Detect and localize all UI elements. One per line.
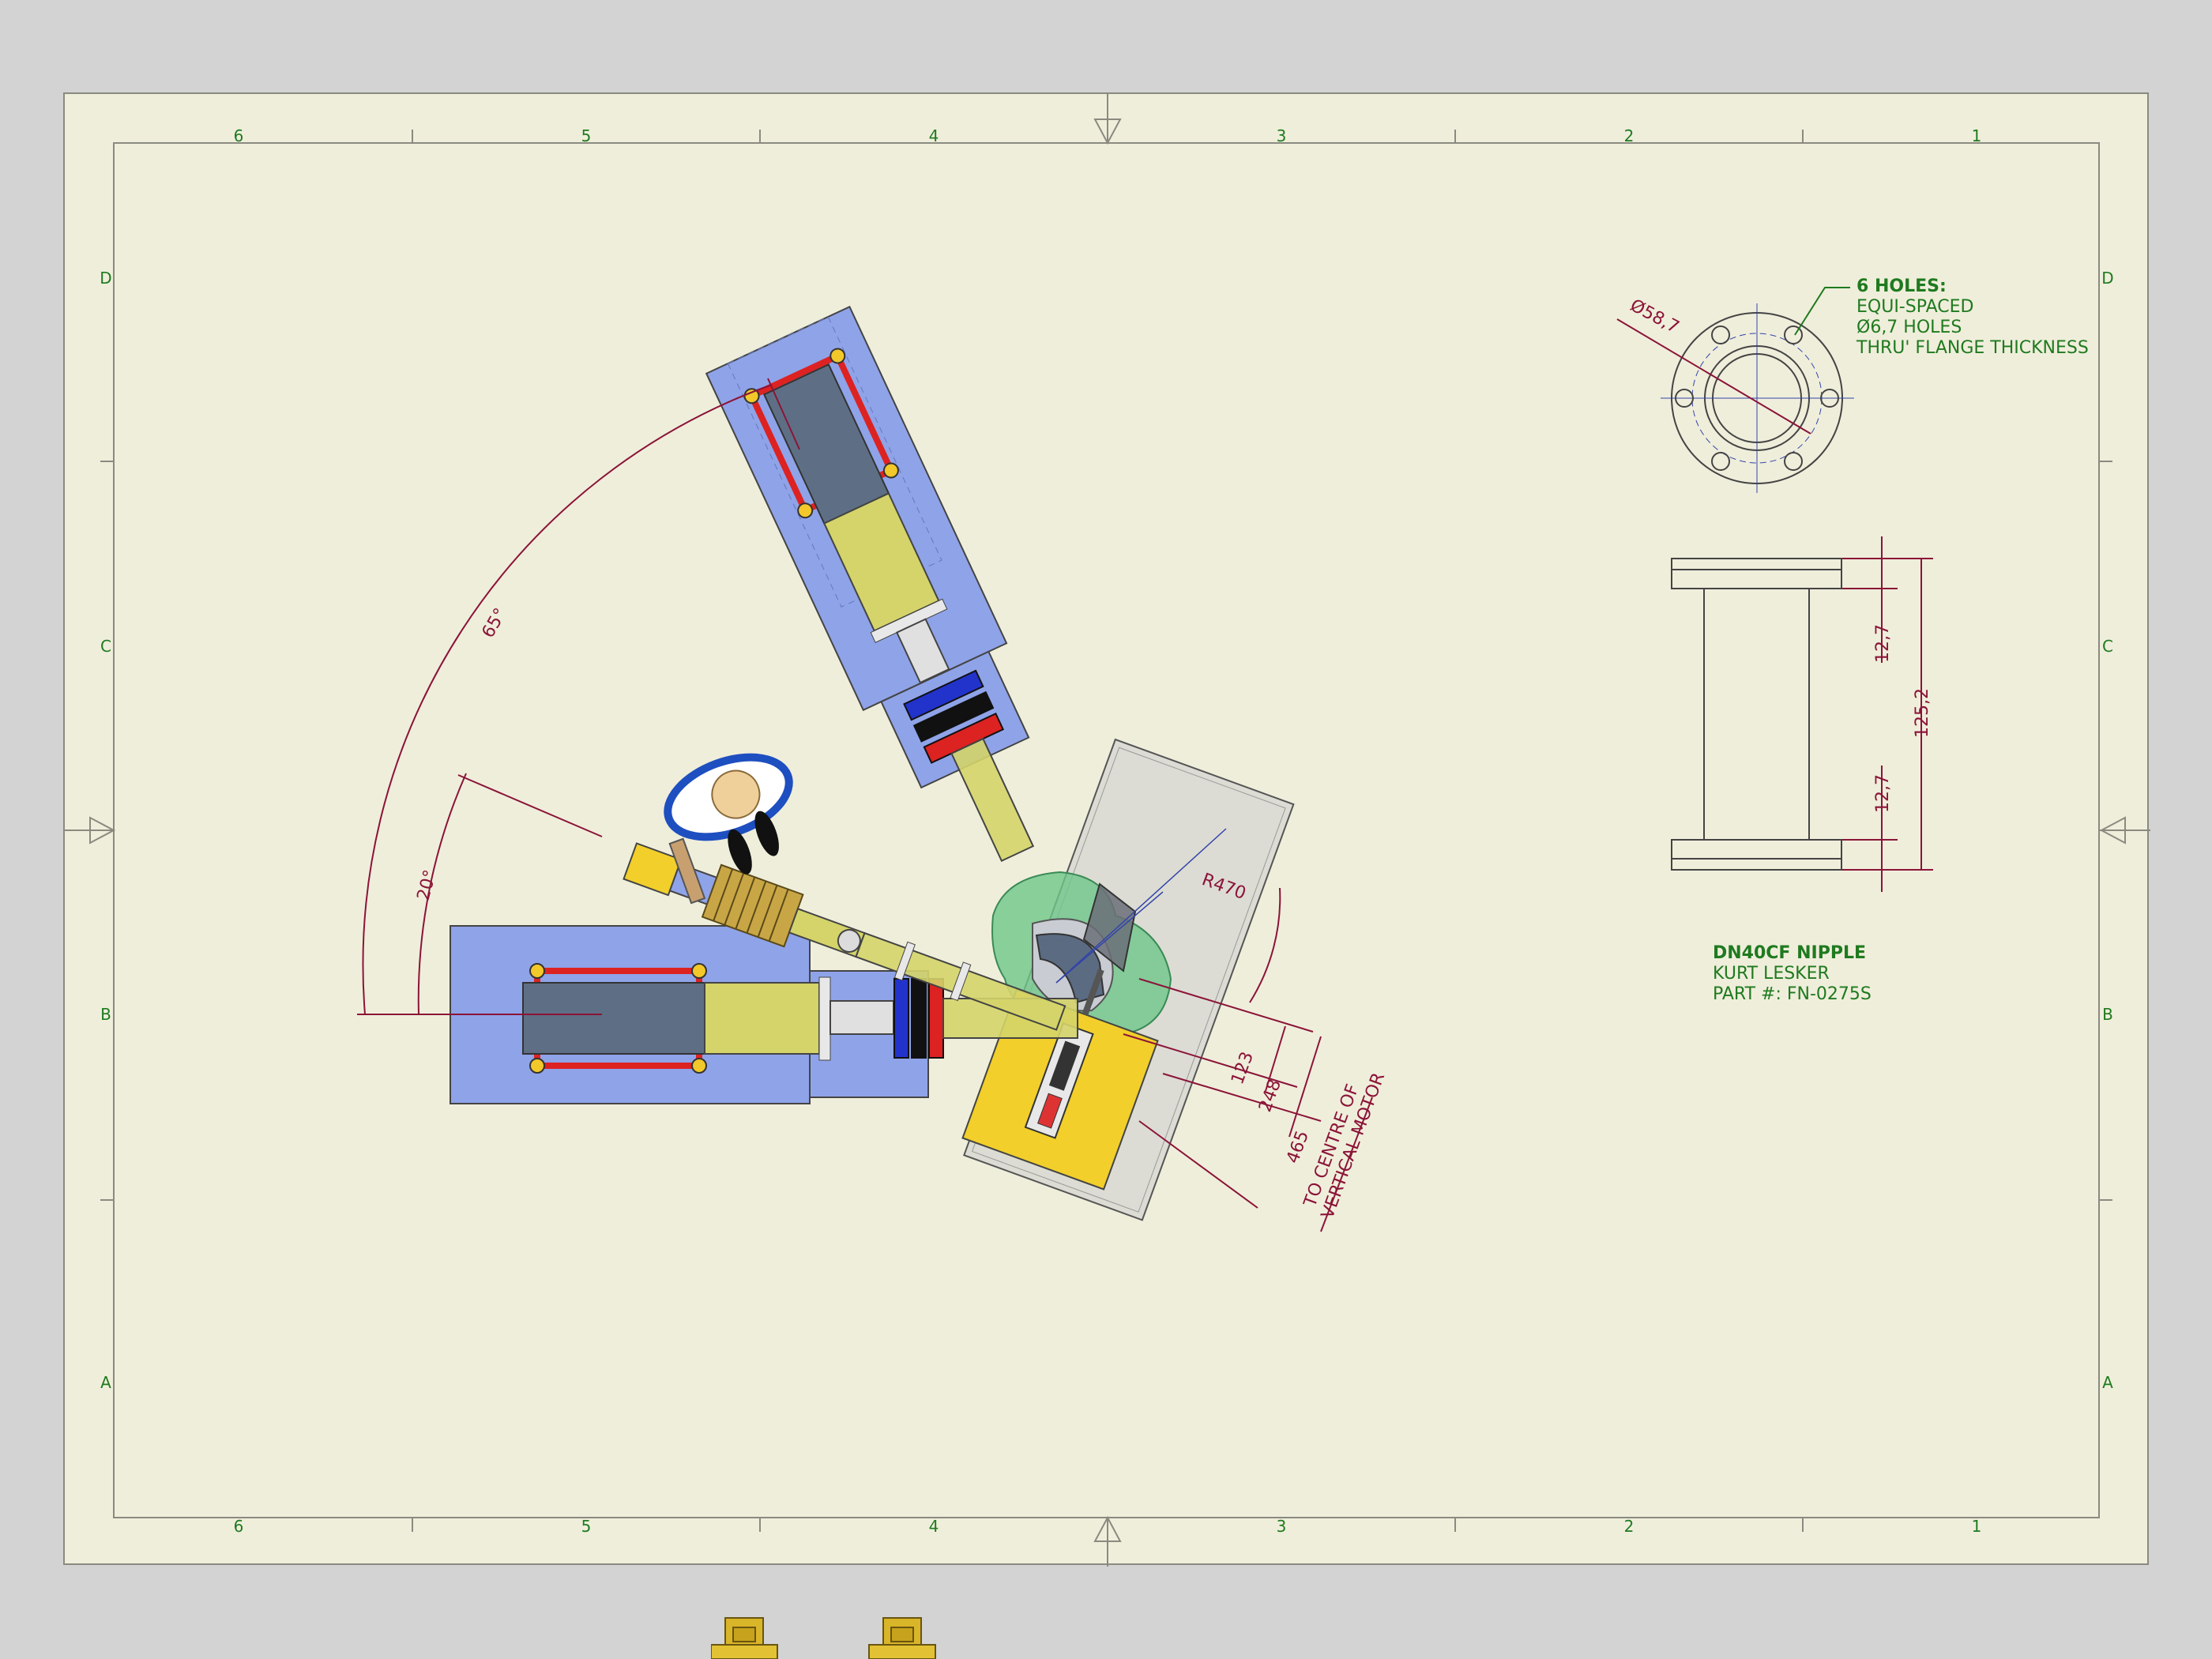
zone-row-label: B (100, 1005, 111, 1024)
dim-123-label: 123 (1228, 1049, 1258, 1087)
zone-col-label: 6 (234, 126, 244, 145)
zone-row-label: A (100, 1373, 111, 1392)
zone-row-label: D (2101, 269, 2113, 288)
zone-row-label: A (2102, 1373, 2113, 1392)
holes-note-line1: EQUI-SPACED (1856, 297, 1973, 317)
flange-diameter-leader (1616, 318, 1811, 434)
holes-note-line3: THRU' FLANGE THICKNESS (1856, 338, 2089, 358)
zone-row-label: D (100, 269, 111, 288)
zone-col-label: 6 (234, 1517, 244, 1536)
holes-leader (1794, 287, 1850, 336)
lower-cylinder (522, 982, 705, 1055)
zone-row-label: B (2102, 1005, 2113, 1024)
nipple-dim-top: 12,7 (1873, 624, 1893, 663)
thumbnail-strip (711, 1617, 936, 1659)
zone-col-label: 1 (1972, 1517, 1982, 1536)
nipple-side-view (1671, 558, 1842, 871)
zone-col-label: 4 (929, 1517, 939, 1536)
zone-col-label: 5 (581, 126, 592, 145)
zone-col-label: 2 (1624, 1517, 1635, 1536)
assembly-top-view (450, 305, 1295, 1221)
nipple-dim-total: 125,2 (1913, 688, 1932, 738)
flange-detail (1661, 303, 1854, 493)
zone-col-label: 4 (929, 126, 939, 145)
zone-col-label: 3 (1277, 1517, 1287, 1536)
angle-65-label: 65° (479, 605, 511, 641)
part-title: DN40CF NIPPLE (1713, 943, 1866, 963)
engineering-drawing: 6 5 4 3 2 1 6 5 4 3 2 1 D C B A D C B A (65, 94, 2150, 1567)
part-number: PART #: FN-0275S (1713, 984, 1872, 1004)
nipple-dim-bottom: 12,7 (1873, 774, 1893, 813)
assembly-thumbnail-2[interactable] (868, 1617, 936, 1659)
holes-note-title: 6 HOLES: (1856, 276, 1947, 296)
part-vendor: KURT LESKER (1713, 964, 1830, 984)
angle-20-label: 20° (414, 867, 441, 902)
zone-col-label: 5 (581, 1517, 592, 1536)
zone-col-label: 3 (1277, 126, 1287, 145)
lower-tube (704, 982, 820, 1055)
zone-row-label: C (2102, 637, 2113, 656)
zone-col-label: 2 (1624, 126, 1635, 145)
assembly-thumbnail-1[interactable] (711, 1617, 778, 1659)
flange-diameter-label: Ø58,7 (1627, 295, 1682, 337)
drawing-sheet: 6 5 4 3 2 1 6 5 4 3 2 1 D C B A D C B A (63, 92, 2150, 1567)
dim-465-label: 465 (1283, 1128, 1313, 1166)
zone-col-label: 1 (1972, 126, 1982, 145)
holes-note-line2: Ø6,7 HOLES (1856, 318, 1962, 337)
zone-row-label: C (100, 637, 111, 656)
